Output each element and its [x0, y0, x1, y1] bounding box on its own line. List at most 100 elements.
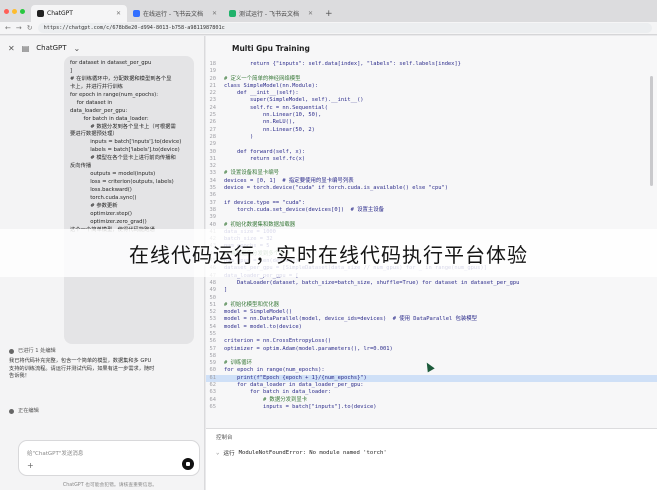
feishu-favicon-icon — [133, 10, 140, 17]
code-line[interactable]: 51 # 初始化模型和优化器 — [206, 302, 657, 309]
close-tab-icon[interactable]: ✕ — [308, 10, 313, 17]
code-line[interactable]: 53 model = nn.DataParallel(model, device_… — [206, 316, 657, 323]
code-line[interactable]: 37 if device.type == "cuda": — [206, 200, 657, 207]
line-number: 60 — [209, 367, 217, 374]
code-line[interactable]: 30 def forward(self, x): — [206, 149, 657, 156]
code-text: self.fc = nn.Sequential( — [224, 104, 328, 111]
code-line[interactable]: 63 for batch in data_loader: — [206, 389, 657, 396]
code-text: # 设置设备和显卡编号 — [224, 170, 280, 177]
code-line[interactable]: 31 return self.fc(x) — [206, 156, 657, 163]
code-line[interactable]: 21 class SimpleModel(nn.Module): — [206, 83, 657, 90]
browser-tab-chatgpt[interactable]: ChatGPT ✕ — [31, 5, 127, 22]
code-line[interactable]: 22 def __init__(self): — [206, 90, 657, 97]
new-tab-icon[interactable]: + — [319, 5, 339, 22]
code-line[interactable]: 23 super(SimpleModel, self).__init__() — [206, 97, 657, 104]
send-button[interactable] — [182, 458, 194, 470]
chat-message-line: optimizer.zero_grad() — [70, 218, 147, 225]
line-number: 34 — [209, 177, 217, 184]
chat-message-line: inputs = batch['inputs'].to(device) — [70, 139, 182, 146]
address-bar: ← → ↻ https://chatgpt.com/c/678b8e20-d99… — [0, 22, 657, 35]
code-line[interactable]: 64 # 数据分发到显卡 — [206, 397, 657, 404]
line-number: 38 — [209, 206, 217, 213]
code-text: device = torch.device("cuda" if torch.cu… — [224, 185, 448, 192]
chat-message-line: for dataset in dataset_per_gpu — [70, 60, 152, 66]
close-tab-icon[interactable]: ✕ — [212, 10, 217, 17]
code-line[interactable]: 18 return {"inputs": self.data[index], "… — [206, 61, 657, 68]
code-line[interactable]: 38 torch.cuda.set_device(devices[0]) # 设… — [206, 207, 657, 214]
code-line[interactable]: 58 — [206, 353, 657, 360]
edit-status-2: 正在编辑 — [9, 408, 39, 416]
line-number: 49 — [209, 287, 217, 294]
close-tab-icon[interactable]: ✕ — [116, 10, 121, 17]
code-text: class SimpleModel(nn.Module): — [224, 82, 319, 89]
line-number: 53 — [209, 316, 217, 323]
code-text: for data_loader in data_loader_per_gpu: — [224, 382, 364, 389]
code-line[interactable]: 19 — [206, 68, 657, 75]
code-line[interactable]: 57 optimizer = optim.Adam(model.parameter… — [206, 346, 657, 353]
code-line[interactable]: 50 — [206, 295, 657, 302]
line-number: 50 — [209, 294, 217, 301]
edit-status-title: 已进行 1 处编辑 — [18, 348, 56, 354]
minimize-window-button[interactable] — [12, 8, 17, 14]
code-line[interactable]: 35 device = torch.device("cuda" if torch.… — [206, 185, 657, 192]
code-line[interactable]: 20 # 定义一个简单的神经网络模型 — [206, 76, 657, 83]
code-line[interactable]: 24 self.fc = nn.Sequential( — [206, 105, 657, 112]
code-text: model = nn.DataParallel(model, device_id… — [224, 316, 478, 323]
chat-message-line: loss = criterion(outputs, labels) — [70, 179, 174, 186]
chevron-down-icon[interactable]: ⌄ — [74, 44, 81, 53]
code-text: super(SimpleModel, self).__init__() — [224, 97, 364, 104]
code-line[interactable]: 65 inputs = batch["inputs"].to(device) — [206, 404, 657, 411]
console-panel: 控制台 ⌄ 运行 ModuleNotFoundError: No module … — [206, 428, 657, 490]
code-line[interactable]: 28 ) — [206, 134, 657, 141]
reload-icon[interactable]: ↻ — [27, 24, 33, 32]
attach-plus-icon[interactable]: + — [27, 461, 34, 470]
line-number: 21 — [209, 82, 217, 89]
chat-message-line: 卡上，并进行并行训练 — [70, 83, 123, 90]
message-input[interactable]: 给"ChatGPT"发送消息 + — [18, 440, 200, 476]
forward-arrow-icon[interactable]: → — [16, 24, 22, 32]
code-line[interactable]: 49] — [206, 287, 657, 294]
chat-message-line: loss.backward() — [70, 187, 132, 193]
line-number: 20 — [209, 75, 217, 82]
code-text: torch.cuda.set_device(devices[0]) # 设置主设… — [224, 206, 385, 213]
code-text: # 定义一个简单的神经网络模型 — [224, 75, 301, 82]
console-title: 控制台 — [216, 435, 233, 441]
code-line[interactable]: 27 nn.Linear(50, 2) — [206, 127, 657, 134]
code-line[interactable]: 48 DataLoader(dataset, batch_size=batch_… — [206, 280, 657, 287]
chevron-down-icon[interactable]: ⌄ — [216, 450, 219, 456]
assistant-reply-line: 我已将代码补充完整，包含一个简单的模型，数据集和多 GPU — [9, 357, 152, 364]
code-line[interactable]: 54 model = model.to(device) — [206, 324, 657, 331]
url-field[interactable]: https://chatgpt.com/c/678b8e20-d994-8013… — [37, 23, 652, 33]
caption-banner: 在线代码运行，实时在线代码执行平台体验 — [0, 229, 657, 277]
code-line[interactable]: 55 — [206, 331, 657, 338]
code-text: # 初始化模型和优化器 — [224, 301, 280, 308]
line-number: 56 — [209, 338, 217, 345]
browser-tab-test-run[interactable]: 测试运行 - 飞书云文档 ✕ — [223, 5, 319, 22]
editor-scrollbar[interactable] — [650, 76, 653, 186]
code-line[interactable]: 26 nn.ReLU(), — [206, 119, 657, 126]
edit-status-1: 已进行 1 处编辑 我已将代码补充完整，包含一个简单的模型，数据集和多 GPU … — [9, 348, 154, 381]
back-arrow-icon[interactable]: ← — [5, 24, 11, 32]
code-line[interactable]: 29 — [206, 141, 657, 148]
code-text: nn.Linear(10, 50), — [224, 112, 322, 119]
code-line[interactable]: 25 nn.Linear(10, 50), — [206, 112, 657, 119]
code-line[interactable]: 36 — [206, 192, 657, 199]
code-text: for batch in data_loader: — [224, 389, 332, 396]
close-window-button[interactable] — [4, 8, 9, 14]
line-number: 57 — [209, 345, 217, 352]
line-number: 18 — [209, 61, 217, 67]
code-line[interactable]: 56 criterion = nn.CrossEntropyLoss() — [206, 338, 657, 345]
chat-message-line: outputs = model(inputs) — [70, 171, 156, 178]
code-line[interactable]: 40 # 初始化数据集和数据加载器 — [206, 222, 657, 229]
code-line[interactable]: 61 print(f"Epoch {epoch + 1}/{num_epochs… — [206, 374, 657, 383]
code-text: print(f"Epoch {epoch + 1}/{num_epochs}") — [224, 374, 367, 381]
code-line[interactable]: 62 for data_loader in data_loader_per_gp… — [206, 382, 657, 389]
code-line[interactable]: 34 devices = [0, 1] # 指定要使用的显卡编号列表 — [206, 178, 657, 185]
code-line[interactable]: 33 # 设置设备和显卡编号 — [206, 170, 657, 177]
close-panel-icon[interactable]: ✕ — [8, 44, 15, 53]
maximize-window-button[interactable] — [20, 8, 25, 14]
sidebar-toggle-icon[interactable]: ▤ — [22, 44, 30, 53]
code-line[interactable]: 39 — [206, 214, 657, 221]
line-number: 19 — [209, 68, 217, 75]
browser-tab-online-run[interactable]: 在线运行 - 飞书云文档 ✕ — [127, 5, 223, 22]
